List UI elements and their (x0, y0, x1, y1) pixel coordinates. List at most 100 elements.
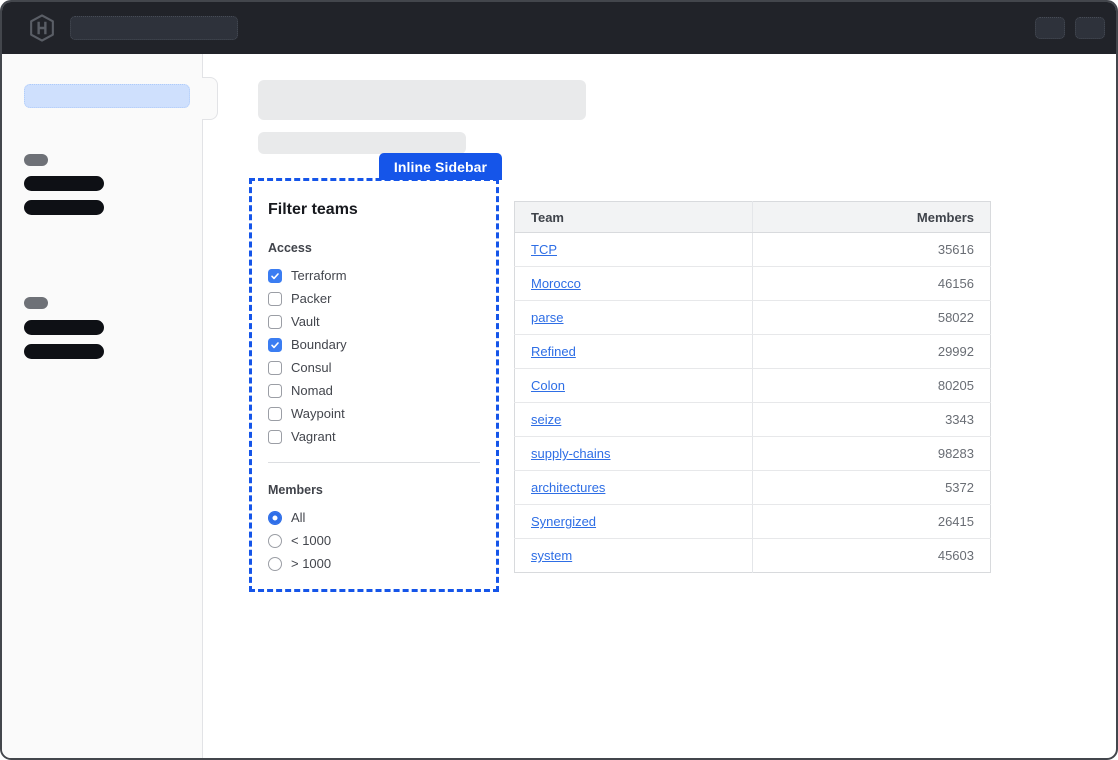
table-row[interactable]: Morocco 46156 (515, 267, 991, 301)
checkbox-label: Vault (291, 314, 320, 329)
app-sidebar (2, 54, 203, 758)
checkbox-icon[interactable] (268, 338, 282, 352)
teams-table: Team Members TCP 35616 Morocco 46156 par… (514, 201, 991, 573)
page-subtitle-placeholder (258, 132, 466, 154)
members-cell: 58022 (753, 301, 991, 335)
checkbox-label: Waypoint (291, 406, 345, 421)
team-cell: Synergized (515, 505, 753, 539)
team-cell: Refined (515, 335, 753, 369)
team-link[interactable]: architectures (531, 480, 605, 495)
team-cell: parse (515, 301, 753, 335)
checkbox-label: Nomad (291, 383, 333, 398)
team-link[interactable]: Morocco (531, 276, 581, 291)
table-row[interactable]: Refined 29992 (515, 335, 991, 369)
members-cell: 5372 (753, 471, 991, 505)
table-row[interactable]: parse 58022 (515, 301, 991, 335)
hashicorp-logo-icon (28, 14, 56, 42)
checkbox-label: Packer (291, 291, 331, 306)
access-checkbox-option[interactable]: Vault (268, 310, 480, 333)
sidebar-nav-placeholder-2[interactable] (24, 200, 104, 215)
team-link[interactable]: seize (531, 412, 561, 427)
checkbox-icon[interactable] (268, 315, 282, 329)
table-row[interactable]: system 45603 (515, 539, 991, 573)
members-radio-option[interactable]: All (268, 506, 480, 529)
checkbox-label: Vagrant (291, 429, 336, 444)
members-cell: 3343 (753, 403, 991, 437)
members-cell: 29992 (753, 335, 991, 369)
sidebar-nav-placeholder-1[interactable] (24, 176, 104, 191)
access-checkbox-option[interactable]: Terraform (268, 264, 480, 287)
radio-icon[interactable] (268, 534, 282, 548)
access-checkbox-option[interactable]: Vagrant (268, 425, 480, 448)
checkbox-icon[interactable] (268, 292, 282, 306)
team-cell: system (515, 539, 753, 573)
members-cell: 46156 (753, 267, 991, 301)
topnav-search-placeholder[interactable] (70, 16, 238, 40)
topnav-action-placeholder-2[interactable] (1075, 17, 1105, 39)
radio-label: < 1000 (291, 533, 331, 548)
team-cell: supply-chains (515, 437, 753, 471)
team-link[interactable]: parse (531, 310, 564, 325)
team-cell: Morocco (515, 267, 753, 301)
members-radio-option[interactable]: > 1000 (268, 552, 480, 575)
column-header-members: Members (753, 202, 991, 233)
table-row[interactable]: seize 3343 (515, 403, 991, 437)
filter-panel-title: Filter teams (268, 201, 480, 219)
team-link[interactable]: system (531, 548, 572, 563)
members-cell: 98283 (753, 437, 991, 471)
members-cell: 80205 (753, 369, 991, 403)
top-nav-bar (2, 2, 1116, 54)
checkbox-label: Boundary (291, 337, 347, 352)
access-checkbox-option[interactable]: Waypoint (268, 402, 480, 425)
sidebar-collapse-handle[interactable] (202, 77, 218, 120)
members-cell: 26415 (753, 505, 991, 539)
checkbox-label: Terraform (291, 268, 347, 283)
access-checkbox-option[interactable]: Boundary (268, 333, 480, 356)
members-radio-option[interactable]: < 1000 (268, 529, 480, 552)
sidebar-nav-placeholder-3[interactable] (24, 320, 104, 335)
team-link[interactable]: Refined (531, 344, 576, 359)
inline-sidebar-annotation-badge: Inline Sidebar (379, 153, 502, 180)
inline-sidebar-filter-panel: Filter teams Access Terraform Packer Vau… (249, 178, 499, 592)
checkbox-label: Consul (291, 360, 331, 375)
access-checkbox-option[interactable]: Packer (268, 287, 480, 310)
team-cell: architectures (515, 471, 753, 505)
sidebar-active-nav-placeholder[interactable] (24, 84, 190, 108)
table-row[interactable]: Colon 80205 (515, 369, 991, 403)
radio-icon[interactable] (268, 511, 282, 525)
filter-divider (268, 462, 480, 463)
table-row[interactable]: supply-chains 98283 (515, 437, 991, 471)
sidebar-nav-placeholder-4[interactable] (24, 344, 104, 359)
table-header-row: Team Members (515, 202, 991, 233)
topnav-action-placeholder-1[interactable] (1035, 17, 1065, 39)
checkbox-icon[interactable] (268, 407, 282, 421)
radio-label: All (291, 510, 305, 525)
checkbox-icon[interactable] (268, 361, 282, 375)
team-cell: TCP (515, 233, 753, 267)
checkbox-icon[interactable] (268, 430, 282, 444)
checkbox-icon[interactable] (268, 384, 282, 398)
members-group-label: Members (268, 483, 480, 497)
sidebar-section-label-placeholder-1 (24, 154, 48, 166)
access-group-label: Access (268, 241, 480, 255)
column-header-team: Team (515, 202, 753, 233)
table-row[interactable]: architectures 5372 (515, 471, 991, 505)
sidebar-section-label-placeholder-2 (24, 297, 48, 309)
radio-label: > 1000 (291, 556, 331, 571)
team-cell: seize (515, 403, 753, 437)
checkbox-icon[interactable] (268, 269, 282, 283)
members-cell: 45603 (753, 539, 991, 573)
radio-icon[interactable] (268, 557, 282, 571)
team-link[interactable]: supply-chains (531, 446, 611, 461)
team-cell: Colon (515, 369, 753, 403)
team-link[interactable]: TCP (531, 242, 557, 257)
table-row[interactable]: TCP 35616 (515, 233, 991, 267)
page-title-placeholder (258, 80, 586, 120)
table-row[interactable]: Synergized 26415 (515, 505, 991, 539)
access-options: Terraform Packer Vault Boundary Consul N… (268, 264, 480, 448)
access-checkbox-option[interactable]: Nomad (268, 379, 480, 402)
app-window: Inline Sidebar Filter teams Access Terra… (0, 0, 1118, 760)
team-link[interactable]: Synergized (531, 514, 596, 529)
team-link[interactable]: Colon (531, 378, 565, 393)
access-checkbox-option[interactable]: Consul (268, 356, 480, 379)
